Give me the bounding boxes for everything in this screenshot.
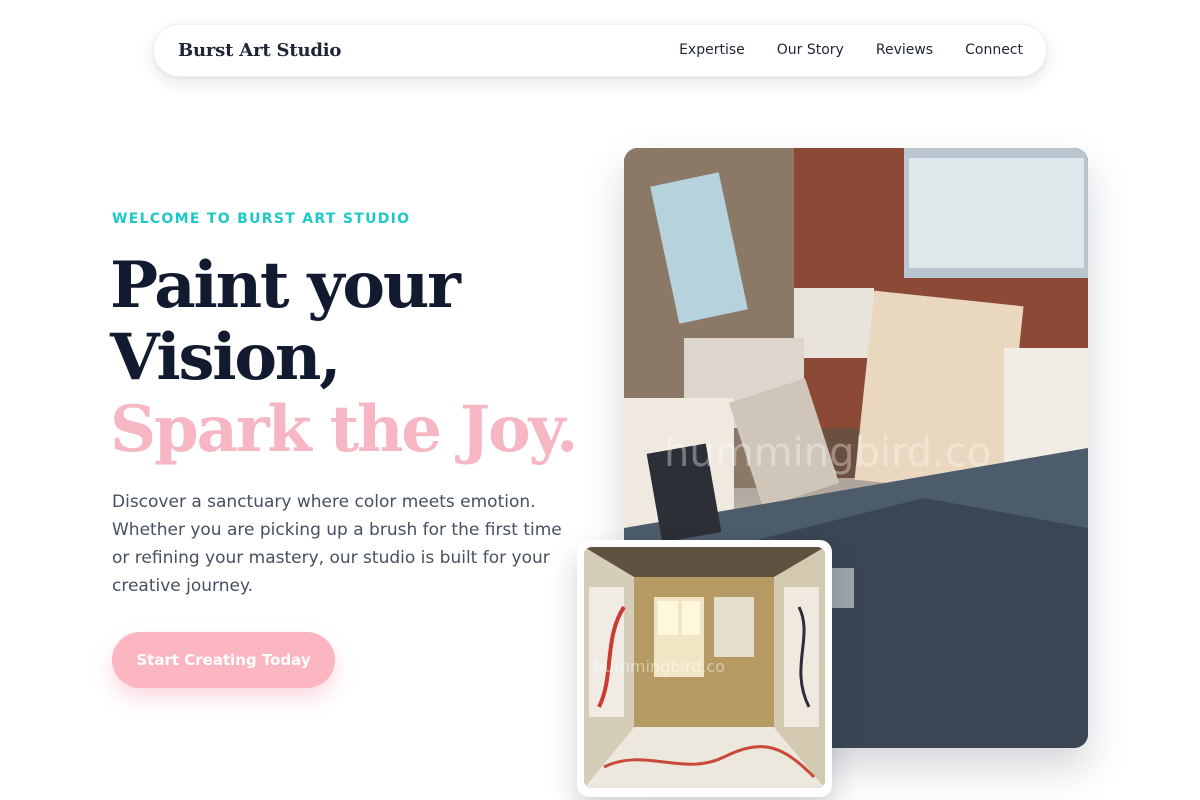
top-navbar: Burst Art Studio Expertise Our Story Rev… bbox=[153, 24, 1047, 77]
nav-links: Expertise Our Story Reviews Connect bbox=[679, 42, 1023, 58]
headline-line-2: Vision, bbox=[110, 320, 341, 395]
brand-logo[interactable]: Burst Art Studio bbox=[178, 40, 341, 61]
hero-description: Discover a sanctuary where color meets e… bbox=[112, 492, 562, 596]
hero-headline: Paint your Vision, Spark the Joy. bbox=[110, 250, 610, 466]
nav-link-reviews[interactable]: Reviews bbox=[876, 42, 933, 58]
studio-photo-small-art: hummingbird.co bbox=[584, 547, 825, 788]
headline-line-1: Paint your bbox=[110, 248, 461, 323]
nav-link-connect[interactable]: Connect bbox=[965, 42, 1023, 58]
watermark-small: hummingbird.co bbox=[594, 657, 725, 676]
nav-link-our-story[interactable]: Our Story bbox=[777, 42, 844, 58]
watermark-main: hummingbird.co bbox=[664, 430, 991, 476]
studio-photo-small: hummingbird.co bbox=[584, 547, 825, 788]
start-creating-button[interactable]: Start Creating Today bbox=[112, 632, 335, 688]
nav-link-expertise[interactable]: Expertise bbox=[679, 42, 745, 58]
studio-photo-small-frame: hummingbird.co bbox=[577, 540, 832, 797]
headline-accent: Spark the Joy. bbox=[110, 392, 578, 467]
hero-eyebrow: WELCOME TO BURST ART STUDIO bbox=[112, 211, 411, 227]
